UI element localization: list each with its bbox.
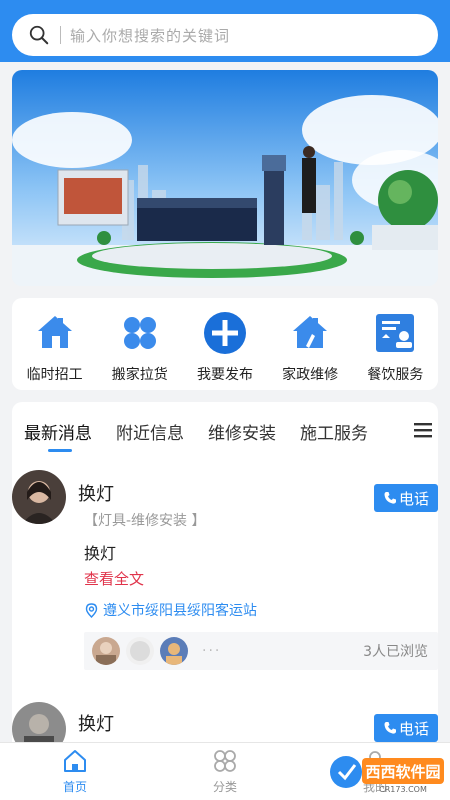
- grid-icon: [123, 317, 156, 349]
- viewer-avatar: [92, 637, 120, 665]
- service-icon: [376, 314, 415, 352]
- view-count: 3人已浏览: [363, 644, 428, 660]
- post-title: 换灯: [78, 484, 114, 505]
- quick-link-catering[interactable]: 餐饮服务: [355, 310, 435, 384]
- post-category-tag: 【灯具-维修安装 】: [84, 513, 206, 529]
- search-divider: [60, 26, 61, 44]
- quick-link-label: 家政维修: [282, 367, 339, 383]
- phone-icon: [384, 492, 396, 504]
- post-location[interactable]: 遵义市绥阳县绥阳客运站: [84, 600, 257, 620]
- plus-icon: [203, 312, 246, 354]
- quick-links-card: 临时招工 搬家拉货 我要发布 家政维修 餐饮服务: [12, 298, 438, 390]
- quick-link-housekeeping[interactable]: 家政维修: [270, 310, 350, 384]
- location-text: 遵义市绥阳县绥阳客运站: [103, 603, 257, 619]
- quick-link-label: 搬家拉货: [111, 367, 168, 383]
- tab-home[interactable]: 首页: [30, 748, 120, 795]
- tab-category[interactable]: 分类: [180, 748, 270, 795]
- post-item[interactable]: 换灯 电话 【灯具-维修安装 】 换灯 查看全文 遵义市绥阳县绥阳客运站 ···…: [12, 470, 438, 680]
- search-icon: [29, 25, 49, 45]
- call-button[interactable]: 电话: [374, 484, 438, 512]
- tab-construction[interactable]: 施工服务: [300, 419, 368, 444]
- category-icon: [214, 750, 236, 772]
- call-label: 电话: [398, 719, 429, 738]
- viewers-bar[interactable]: ··· 3人已浏览: [84, 632, 438, 670]
- quick-link-label: 我要发布: [196, 367, 253, 383]
- tab-latest[interactable]: 最新消息: [24, 419, 92, 452]
- avatar[interactable]: [12, 470, 66, 524]
- home-icon: [64, 750, 86, 772]
- post-body: 换灯: [84, 544, 117, 563]
- tab-nearby[interactable]: 附近信息: [116, 419, 184, 444]
- tab-repair-install[interactable]: 维修安装: [208, 419, 276, 444]
- post-title: 换灯: [78, 714, 114, 735]
- call-button[interactable]: 电话: [374, 714, 438, 742]
- view-full-text-link[interactable]: 查看全文: [84, 568, 144, 589]
- search-input[interactable]: 输入你想搜索的关键词: [70, 25, 230, 46]
- search-bar[interactable]: 输入你想搜索的关键词: [12, 14, 438, 56]
- house-icon: [293, 316, 328, 348]
- promo-banner[interactable]: [12, 70, 438, 286]
- feed-tabs: 最新消息 附近信息 维修安装 施工服务: [12, 402, 438, 460]
- tab-label: 首页: [62, 780, 87, 794]
- viewer-avatar: [126, 637, 154, 665]
- viewer-avatar: [160, 637, 188, 665]
- quick-link-label: 餐饮服务: [367, 367, 424, 383]
- post-item[interactable]: 换灯 电话: [12, 702, 438, 742]
- feed-card: 最新消息 附近信息 维修安装 施工服务 换灯 电话 【灯具-维修安装 】 换灯: [12, 402, 438, 742]
- quick-link-moving[interactable]: 搬家拉货: [100, 310, 180, 384]
- house-icon: [37, 316, 72, 348]
- more-dots-icon: ···: [202, 643, 222, 659]
- quick-link-temp-hire[interactable]: 临时招工: [15, 310, 95, 384]
- watermark-logo: 西西软件园 CR173.COM: [330, 756, 444, 794]
- phone-icon: [384, 722, 396, 734]
- menu-icon[interactable]: [412, 420, 434, 440]
- tab-label: 分类: [212, 780, 237, 794]
- location-pin-icon: [85, 602, 98, 618]
- banner-image: [12, 70, 438, 286]
- quick-link-publish[interactable]: 我要发布: [185, 310, 265, 384]
- quick-link-label: 临时招工: [26, 367, 83, 383]
- avatar[interactable]: [12, 702, 66, 742]
- top-bar: 输入你想搜索的关键词: [0, 0, 450, 62]
- watermark-sub: CR173.COM: [379, 785, 427, 794]
- call-label: 电话: [398, 489, 429, 508]
- watermark-text: 西西软件园: [365, 763, 440, 781]
